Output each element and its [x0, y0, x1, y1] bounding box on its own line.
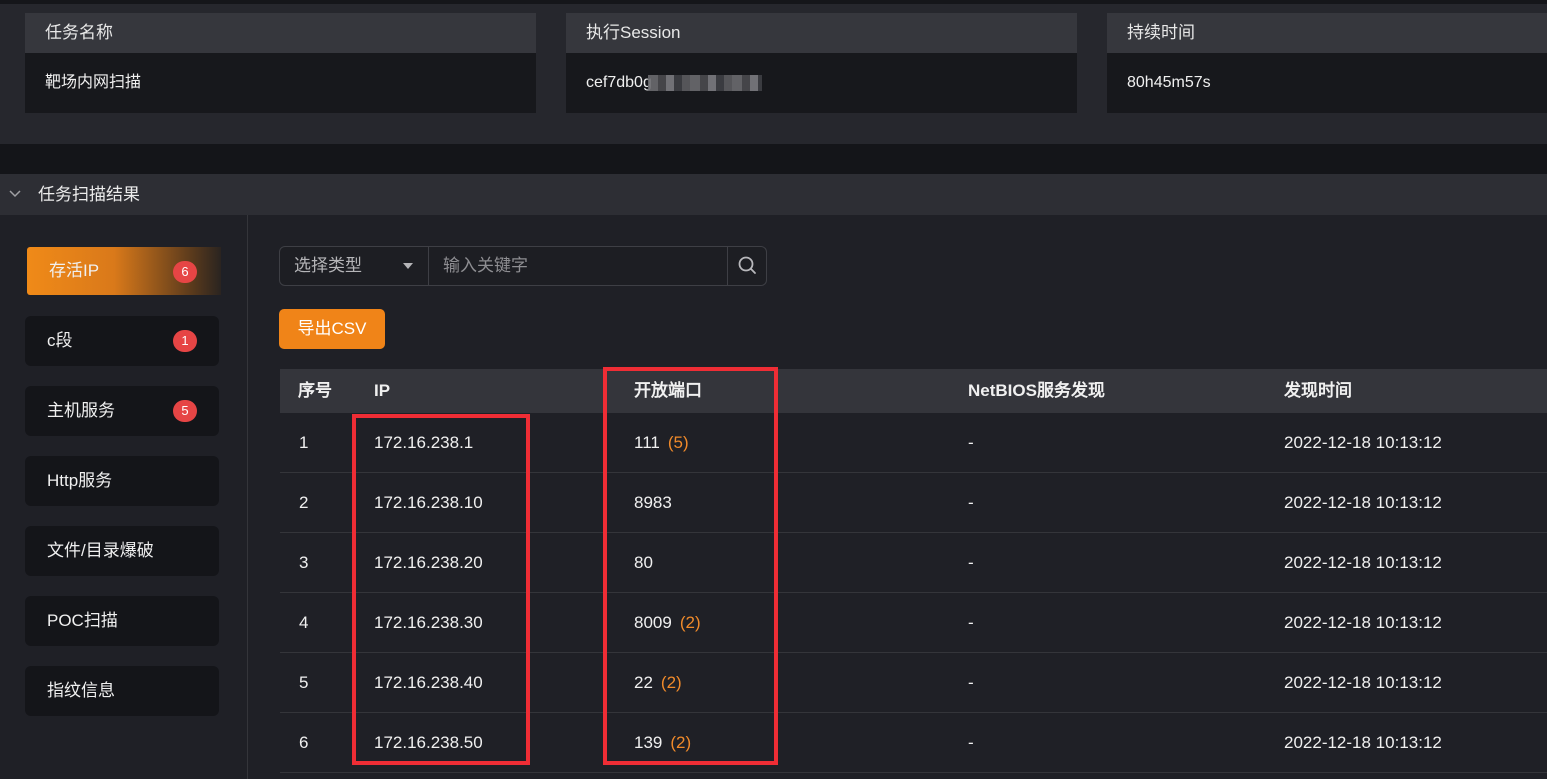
nav-item-label: Http服务 — [47, 471, 113, 490]
nav-item-label: c段 — [47, 331, 73, 350]
column-header-ip: IP — [374, 381, 391, 400]
cell-ip: 172.16.238.10 — [374, 493, 483, 512]
nav-item-label: 存活IP — [49, 261, 100, 280]
task-name-value: 靶场内网扫描 — [25, 53, 536, 113]
port-count-link[interactable]: (2) — [680, 613, 701, 632]
session-card: 执行Session cef7db0g — [566, 13, 1077, 113]
port-value: 80 — [634, 553, 653, 572]
table-row[interactable]: 4 172.16.238.30 8009 (2) - 2022-12-18 10:… — [280, 593, 1547, 653]
cell-netbios: - — [968, 673, 974, 692]
nav-item-http-services[interactable]: Http服务 — [25, 456, 219, 506]
divider-band — [0, 144, 1547, 174]
session-value-wrap: cef7db0g — [566, 53, 1077, 113]
cell-index: 2 — [299, 493, 309, 512]
task-info-area: 任务名称 靶场内网扫描 执行Session cef7db0g 持续时间 80h4… — [0, 4, 1547, 144]
task-name-card: 任务名称 靶场内网扫描 — [25, 13, 536, 113]
nav-item-poc-scan[interactable]: POC扫描 — [25, 596, 219, 646]
session-value: cef7db0g — [586, 74, 652, 91]
session-label: 执行Session — [566, 13, 1077, 53]
search-button[interactable] — [727, 247, 766, 285]
cell-ports: 80 — [634, 533, 653, 593]
cell-index: 3 — [299, 553, 309, 572]
cell-ip: 172.16.238.20 — [374, 553, 483, 572]
table-row[interactable]: 3 172.16.238.20 80 - 2022-12-18 10:13:12 — [280, 533, 1547, 593]
cell-netbios: - — [968, 613, 974, 632]
nav-item-c-segment[interactable]: c段 1 — [25, 316, 219, 366]
column-header-index: 序号 — [298, 381, 332, 400]
cell-time: 2022-12-18 10:13:12 — [1284, 733, 1442, 752]
cell-ip: 172.16.238.30 — [374, 613, 483, 632]
keyword-input[interactable] — [430, 247, 727, 285]
cell-index: 1 — [299, 433, 309, 452]
table-header: 序号 IP 开放端口 NetBIOS服务发现 发现时间 — [280, 369, 1547, 413]
cell-time: 2022-12-18 10:13:12 — [1284, 613, 1442, 632]
cell-ports: 8009 (2) — [634, 593, 701, 653]
cell-ports: 22 (2) — [634, 653, 682, 713]
cell-ip: 172.16.238.50 — [374, 733, 483, 752]
cell-time: 2022-12-18 10:13:12 — [1284, 493, 1442, 512]
type-select[interactable]: 选择类型 — [280, 247, 429, 285]
nav-item-alive-ip[interactable]: 存活IP 6 — [27, 247, 221, 295]
nav-item-host-services[interactable]: 主机服务 5 — [25, 386, 219, 436]
table-row[interactable]: 5 172.16.238.40 22 (2) - 2022-12-18 10:13… — [280, 653, 1547, 713]
cell-ip: 172.16.238.40 — [374, 673, 483, 692]
count-badge: 5 — [173, 400, 197, 422]
cell-time: 2022-12-18 10:13:12 — [1284, 433, 1442, 452]
duration-value: 80h45m57s — [1107, 53, 1547, 113]
cell-netbios: - — [968, 733, 974, 752]
cell-index: 4 — [299, 613, 309, 632]
search-icon — [728, 256, 767, 289]
count-badge: 1 — [173, 330, 197, 352]
port-value: 139 — [634, 733, 663, 752]
nav-item-label: POC扫描 — [47, 611, 118, 630]
filter-bar: 选择类型 — [279, 246, 767, 286]
alive-ip-table: 序号 IP 开放端口 NetBIOS服务发现 发现时间 1 172.16.238… — [280, 369, 1547, 773]
task-name-label: 任务名称 — [25, 13, 536, 53]
cell-ports: 139 (2) — [634, 713, 691, 773]
cell-ports: 8983 — [634, 473, 672, 533]
result-type-nav: 存活IP 6 c段 1 主机服务 5 Http服务 文件/目录爆破 POC扫描 … — [0, 215, 248, 779]
caret-down-icon — [403, 263, 413, 269]
nav-item-label: 主机服务 — [47, 401, 115, 420]
scan-results-section-header[interactable]: 任务扫描结果 — [0, 174, 1547, 215]
column-header-ports: 开放端口 — [634, 381, 702, 400]
count-badge: 6 — [173, 261, 197, 283]
cell-time: 2022-12-18 10:13:12 — [1284, 553, 1442, 572]
column-header-netbios: NetBIOS服务发现 — [968, 381, 1105, 400]
cell-ip: 172.16.238.1 — [374, 433, 474, 452]
nav-item-fingerprint[interactable]: 指纹信息 — [25, 666, 219, 716]
table-row[interactable]: 6 172.16.238.50 139 (2) - 2022-12-18 10:1… — [280, 713, 1547, 773]
port-count-link[interactable]: (2) — [661, 673, 682, 692]
nav-item-dir-bruteforce[interactable]: 文件/目录爆破 — [25, 526, 219, 576]
port-value: 8009 — [634, 613, 672, 632]
table-row[interactable]: 1 172.16.238.1 111 (5) - 2022-12-18 10:13… — [280, 413, 1547, 473]
section-title: 任务扫描结果 — [38, 185, 140, 204]
type-select-placeholder: 选择类型 — [294, 256, 362, 275]
cell-index: 6 — [299, 733, 309, 752]
table-row[interactable]: 2 172.16.238.10 8983 - 2022-12-18 10:13:… — [280, 473, 1547, 533]
port-value: 111 — [634, 433, 660, 452]
port-value: 22 — [634, 673, 653, 692]
cell-ports: 111 (5) — [634, 413, 689, 473]
column-header-time: 发现时间 — [1284, 381, 1352, 400]
duration-card: 持续时间 80h45m57s — [1107, 13, 1547, 113]
export-csv-button[interactable]: 导出CSV — [279, 309, 385, 349]
nav-item-label: 文件/目录爆破 — [47, 541, 154, 560]
port-value: 8983 — [634, 493, 672, 512]
cell-time: 2022-12-18 10:13:12 — [1284, 673, 1442, 692]
port-count-link[interactable]: (2) — [670, 733, 691, 752]
redaction-mosaic — [648, 75, 762, 91]
port-count-link[interactable]: (5) — [668, 433, 689, 452]
duration-label: 持续时间 — [1107, 13, 1547, 53]
cell-netbios: - — [968, 553, 974, 572]
cell-index: 5 — [299, 673, 309, 692]
nav-item-label: 指纹信息 — [47, 681, 115, 700]
cell-netbios: - — [968, 433, 974, 452]
cell-netbios: - — [968, 493, 974, 512]
